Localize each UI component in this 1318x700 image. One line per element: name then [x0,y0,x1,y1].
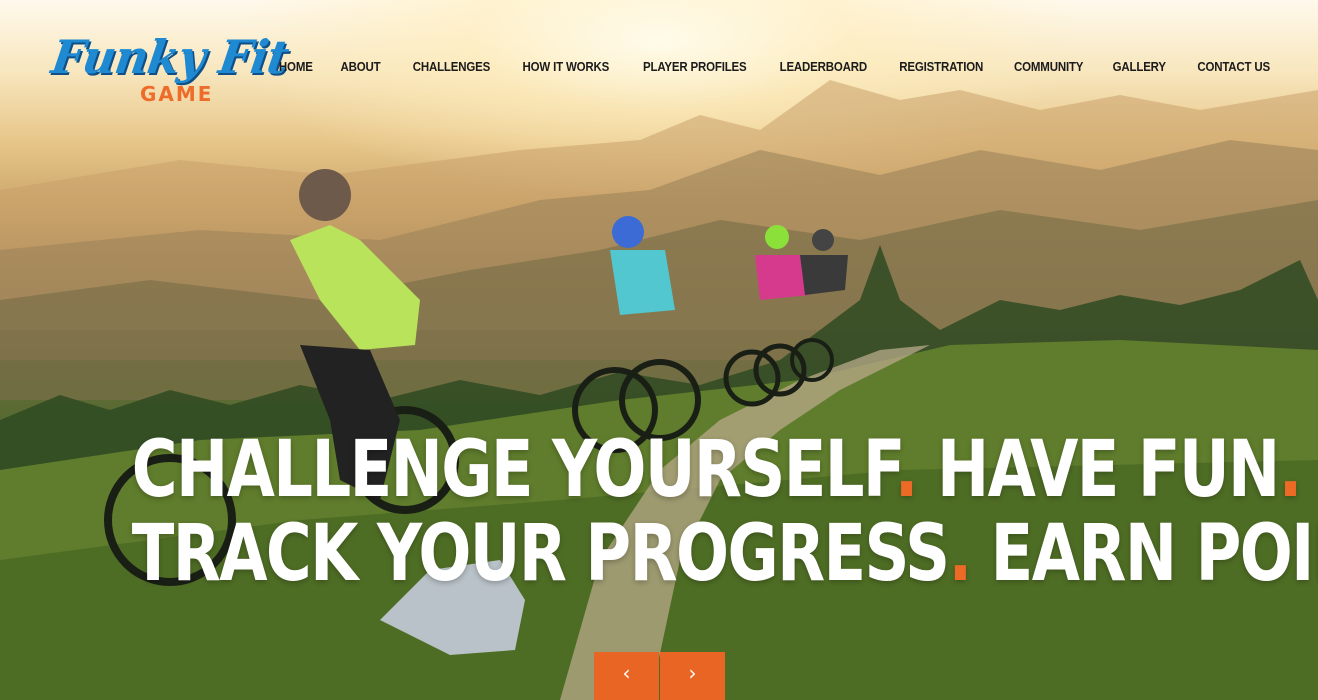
nav-item-about[interactable]: ABOUT [341,60,381,74]
accent-dot: . [894,425,919,515]
hero-headline: CHALLENGE YOURSELF. HAVE FUN. TRACK YOUR… [0,428,1318,596]
nav-item-player-profiles[interactable]: PLAYER PROFILES [643,60,747,74]
headline-phrase-progress: TRACK YOUR PROGRESS [131,509,950,599]
nav-item-home[interactable]: HOME [279,60,313,74]
logo-sub-text: GAME [140,82,214,106]
chevron-left-icon: ‹ [622,661,631,685]
brand-logo[interactable]: Funky Fit GAME [48,30,291,110]
chevron-right-icon: › [688,661,697,685]
headline-phrase-fun: HAVE FUN [937,425,1280,515]
hero-section: Funky Fit GAME HOME ABOUT CHALLENGES HOW… [0,0,1318,700]
nav-item-challenges[interactable]: CHALLENGES [413,60,491,74]
main-navigation: HOME ABOUT CHALLENGES HOW IT WORKS PLAYE… [251,60,1271,74]
headline-line-1: CHALLENGE YOURSELF. HAVE FUN. [131,425,1303,515]
headline-phrase-points: EARN POINTS [990,509,1318,599]
accent-dot: . [1278,425,1303,515]
nav-item-gallery[interactable]: GALLERY [1113,60,1166,74]
nav-item-how-it-works[interactable]: HOW IT WORKS [523,60,610,74]
nav-item-leaderboard[interactable]: LEADERBOARD [779,60,867,74]
slider-next-button[interactable]: › [660,652,725,700]
headline-phrase-challenge: CHALLENGE YOURSELF [131,425,897,515]
accent-dot: . [948,509,972,599]
nav-item-community[interactable]: COMMUNITY [1014,60,1083,74]
slider-prev-button[interactable]: ‹ [594,652,659,700]
nav-item-contact-us[interactable]: CONTACT US [1197,60,1270,74]
slider-controls: ‹ › [594,652,725,700]
nav-item-registration[interactable]: REGISTRATION [899,60,983,74]
logo-script-text: Funky Fit [48,30,292,84]
headline-line-2: TRACK YOUR PROGRESS. EARN POINTS. [131,509,1318,599]
